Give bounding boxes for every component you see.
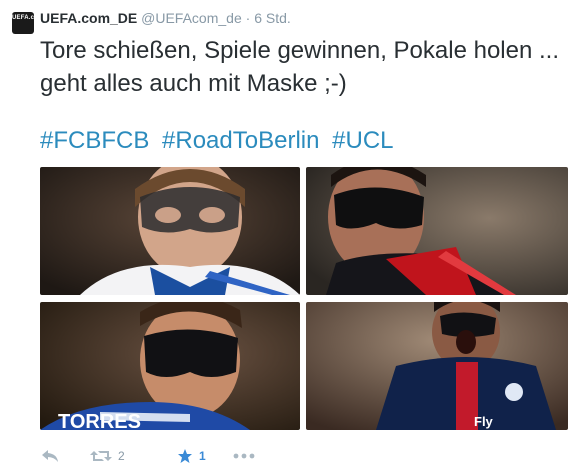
more-button[interactable] [233, 446, 255, 466]
photo-3[interactable]: TORRES [40, 302, 300, 430]
hashtag-link-roadtoberlin[interactable]: #RoadToBerlin [162, 127, 319, 154]
separator-dot: · [245, 10, 251, 26]
retweet-icon [90, 451, 112, 461]
avatar[interactable]: UEFA.com [12, 12, 34, 34]
photo-4-image: Fly [306, 302, 568, 430]
photo-1[interactable] [40, 167, 300, 295]
photo-4[interactable]: Fly [306, 302, 568, 430]
timestamp-link[interactable]: 6 Std. [254, 10, 291, 26]
favorite-star-icon [178, 449, 192, 463]
user-handle[interactable]: @UEFAcom_de [141, 10, 242, 26]
photo-2[interactable] [306, 167, 568, 295]
hashtag-link-ucl[interactable]: #UCL [332, 127, 393, 154]
reply-button[interactable] [40, 446, 60, 466]
tweet-header: UEFA.com_DE @UEFAcom_de · 6 Std. [40, 10, 291, 26]
avatar-logo-text: UEFA.com [12, 15, 34, 21]
favorite-button[interactable]: 1 [177, 446, 206, 466]
photo-4-jersey-text: Fly [474, 414, 494, 429]
reply-icon [42, 450, 58, 462]
more-dots-icon [233, 453, 255, 459]
tweet-text: Tore schießen, Spiele gewinnen, Pokale h… [40, 37, 566, 97]
hashtag-list: #FCBFCB #RoadToBerlin #UCL [40, 124, 400, 157]
hashtag-link-fcbfcb[interactable]: #FCBFCB [40, 127, 149, 154]
photo-grid: TORRES Fly [40, 167, 568, 432]
photo-1-image [40, 167, 300, 295]
retweet-count: 2 [118, 449, 125, 463]
photo-2-image [306, 167, 568, 295]
photo-3-jersey-text: TORRES [58, 411, 141, 430]
display-name[interactable]: UEFA.com_DE [40, 10, 137, 26]
photo-3-image: TORRES [40, 302, 300, 430]
retweet-button[interactable]: 2 [90, 446, 125, 466]
favorite-count: 1 [199, 449, 206, 463]
